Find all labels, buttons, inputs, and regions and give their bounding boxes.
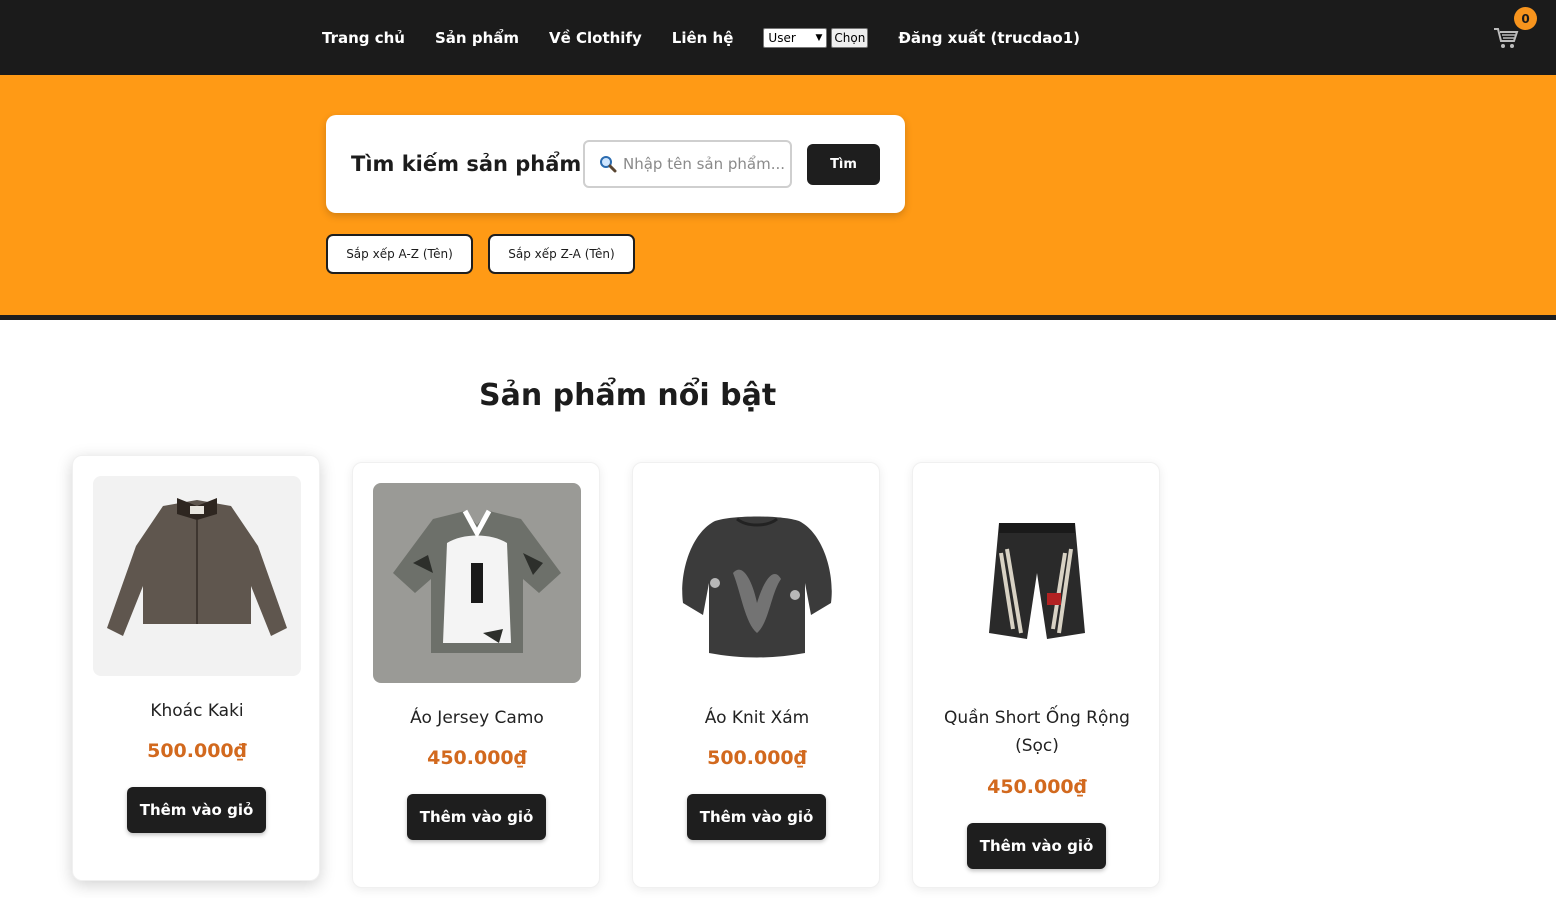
add-to-cart-button[interactable]: Thêm vào giỏ [967,823,1106,869]
camo-jersey-image[interactable] [373,483,581,683]
product-name: Áo Knit Xám [704,708,810,728]
product-card: Áo Jersey Camo 450.000₫ Thêm vào giỏ [352,462,600,888]
nav-contact-link[interactable]: Liên hệ [672,29,734,47]
striped-shorts-image[interactable] [933,483,1141,683]
hero-divider [0,315,1556,320]
search-placeholder: Nhập tên sản phẩm... [623,155,786,173]
add-to-cart-button[interactable]: Thêm vào giỏ [687,794,826,840]
search-title: Tìm kiếm sản phẩm [351,152,582,176]
product-name: Áo Jersey Camo [410,708,544,728]
role-select[interactable]: User ▼ [763,27,828,48]
search-input[interactable]: Nhập tên sản phẩm... [583,140,792,188]
nav-home-link[interactable]: Trang chủ [322,29,405,47]
product-price: 500.000₫ [147,740,247,762]
chevron-down-icon: ▼ [815,32,823,43]
nav-products-link[interactable]: Sản phẩm [435,29,519,47]
add-to-cart-button[interactable]: Thêm vào giỏ [407,794,546,840]
top-navbar: Trang chủ Sản phẩm Về Clothify Liên hệ U… [0,0,1556,75]
logout-link[interactable]: Đăng xuất (trucdao1) [898,29,1080,47]
product-card: Quần Short Ống Rộng (Sọc) 450.000₫ Thêm … [912,462,1160,888]
product-card: Áo Knit Xám 500.000₫ Thêm vào giỏ [632,462,880,888]
add-to-cart-button[interactable]: Thêm vào giỏ [127,787,266,833]
sort-za-button[interactable]: Sắp xếp Z-A (Tên) [488,234,635,274]
search-button[interactable]: Tìm [807,144,880,185]
product-name: Khoác Kaki [150,701,244,721]
nav-about-link[interactable]: Về Clothify [549,29,642,47]
search-icon [600,156,617,173]
main-nav: Trang chủ Sản phẩm Về Clothify Liên hệ U… [322,0,1110,75]
role-select-value: User [768,30,796,45]
product-price: 450.000₫ [427,747,527,769]
cart-icon[interactable] [1493,26,1519,50]
choose-role-button[interactable]: Chọn [831,27,869,48]
grey-knit-sweater-image[interactable] [653,483,861,683]
search-card: Tìm kiếm sản phẩm Nhập tên sản phẩm... T… [326,115,905,213]
product-price: 450.000₫ [987,776,1087,798]
brown-jacket-image[interactable] [93,476,301,676]
role-switcher: User ▼ Chọn [763,27,869,48]
product-card: Khoác Kaki 500.000₫ Thêm vào giỏ [72,455,320,881]
featured-title: Sản phẩm nổi bật [479,378,777,413]
product-price: 500.000₫ [707,747,807,769]
sort-az-button[interactable]: Sắp xếp A-Z (Tên) [326,234,473,274]
cart-count-badge: 0 [1514,7,1537,30]
product-name: Quần Short Ống Rộng (Sọc) [944,708,1130,756]
